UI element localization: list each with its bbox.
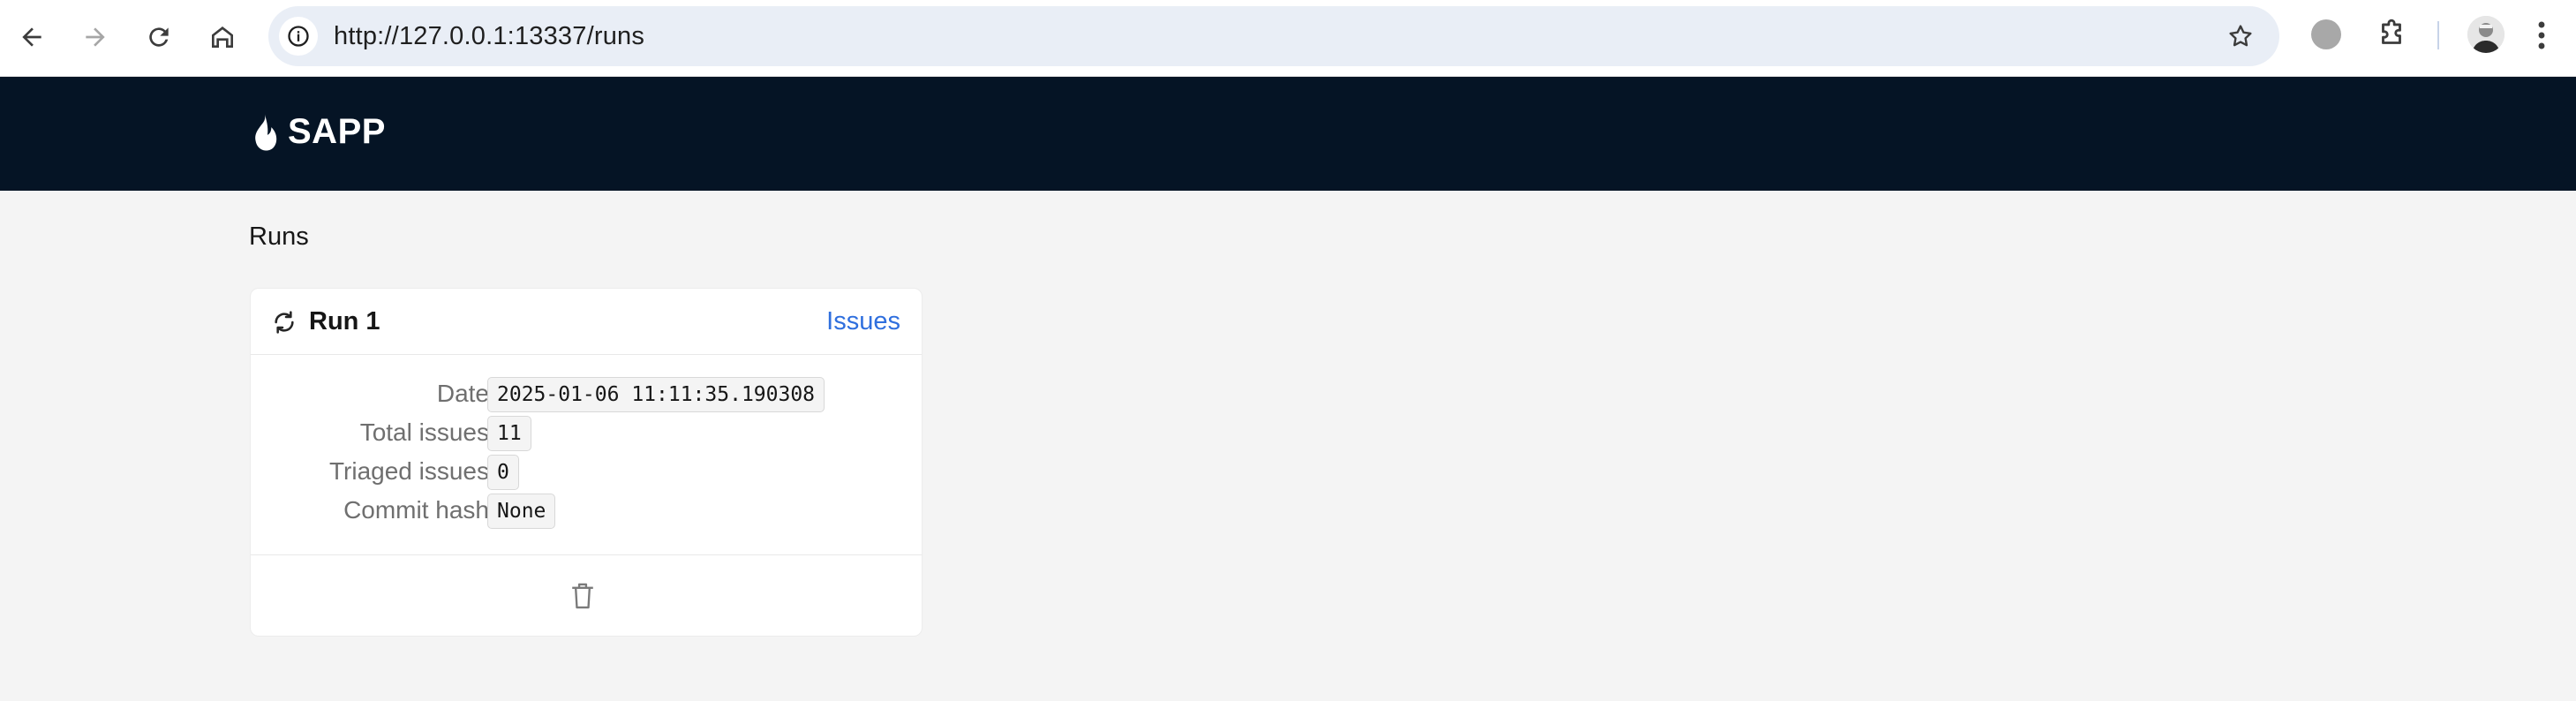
back-icon <box>22 27 41 47</box>
detail-value-total-issues: 11 <box>487 416 531 451</box>
site-info-icon <box>288 26 309 47</box>
browser-toolbar: http://127.0.0.1:13337/runs <box>0 0 2576 77</box>
home-icon <box>212 26 233 48</box>
extensions-puzzle-icon[interactable] <box>2375 18 2408 51</box>
detail-label: Commit hash <box>343 496 489 524</box>
detail-label: Triaged issues <box>328 457 489 485</box>
delete-run-trash-icon[interactable] <box>569 581 597 611</box>
detail-value-date: 2025-01-06 11:11:35.190308 <box>487 377 825 412</box>
url-text[interactable]: http://127.0.0.1:13337/runs <box>334 6 644 66</box>
bookmark-star-icon[interactable] <box>2226 22 2255 50</box>
run-card: Run 1 Issues Date 2025-01-06 11:11:35.19… <box>250 288 923 637</box>
reload-button[interactable] <box>138 16 180 58</box>
detail-label: Date <box>436 380 489 407</box>
detail-row-date: Date 2025-01-06 11:11:35.190308 <box>251 374 922 413</box>
forward-icon <box>86 27 105 47</box>
detail-row-total-issues: Total issues 11 <box>251 413 922 452</box>
page-title: Runs <box>249 222 309 251</box>
toolbar-divider <box>2437 21 2439 49</box>
brand-name: SAPP <box>288 112 386 151</box>
address-bar[interactable]: http://127.0.0.1:13337/runs <box>268 6 2279 66</box>
detail-label: Total issues <box>359 418 489 446</box>
profile-avatar-image <box>2467 16 2504 53</box>
issues-link[interactable]: Issues <box>826 289 900 354</box>
brand-logo[interactable]: SAPP <box>249 112 386 152</box>
menu-kebab-icon[interactable] <box>2535 19 2548 51</box>
reload-icon <box>149 27 169 47</box>
run-card-footer <box>251 555 922 638</box>
run-title: Run 1 <box>309 307 380 335</box>
run-card-header: Run 1 Issues <box>251 289 922 355</box>
back-button[interactable] <box>11 16 53 58</box>
run-details: Date 2025-01-06 11:11:35.190308 Total is… <box>251 355 922 555</box>
detail-value-commit-hash: None <box>487 494 556 529</box>
detail-row-commit-hash: Commit hash None <box>251 491 922 530</box>
forward-button[interactable] <box>74 16 117 58</box>
detail-row-triaged-issues: Triaged issues 0 <box>251 452 922 491</box>
sync-icon <box>275 311 294 334</box>
profile-avatar[interactable] <box>2467 16 2504 53</box>
extension-circle-icon[interactable] <box>2311 19 2341 49</box>
site-info-button[interactable] <box>279 17 318 56</box>
detail-value-triaged-issues: 0 <box>487 455 519 490</box>
app-header: SAPP <box>0 77 2576 191</box>
home-button[interactable] <box>201 16 244 58</box>
flame-icon <box>255 113 277 151</box>
